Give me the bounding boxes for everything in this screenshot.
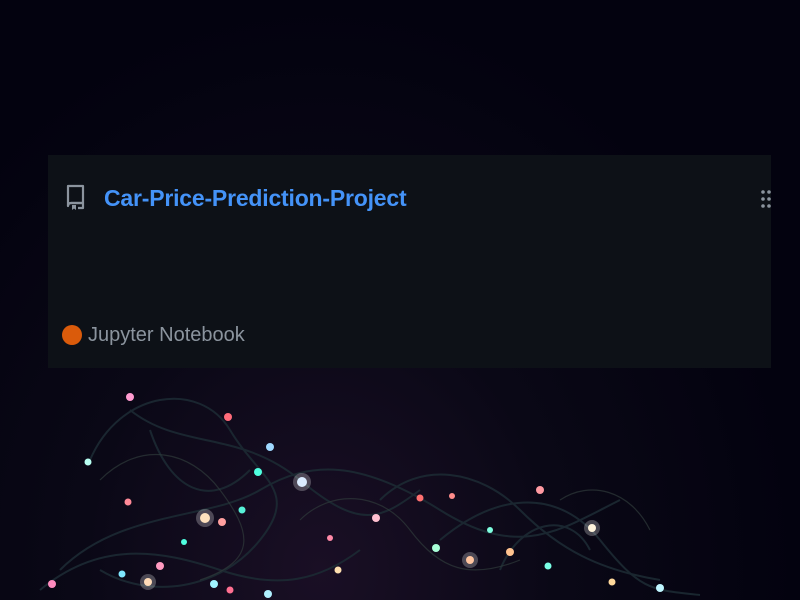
language-name: Jupyter Notebook <box>88 324 245 346</box>
grabber-icon[interactable] <box>760 189 772 209</box>
repo-icon <box>64 183 88 211</box>
language-color-dot <box>62 325 82 345</box>
pinned-repo-card: Car-Price-Prediction-Project Jupyter Not… <box>48 155 771 368</box>
profile-background: Car-Price-Prediction-Project Jupyter Not… <box>0 0 800 600</box>
repo-name-link[interactable]: Car-Price-Prediction-Project <box>104 183 407 213</box>
string-lights-photo <box>39 393 701 598</box>
repo-language: Jupyter Notebook <box>62 323 245 347</box>
